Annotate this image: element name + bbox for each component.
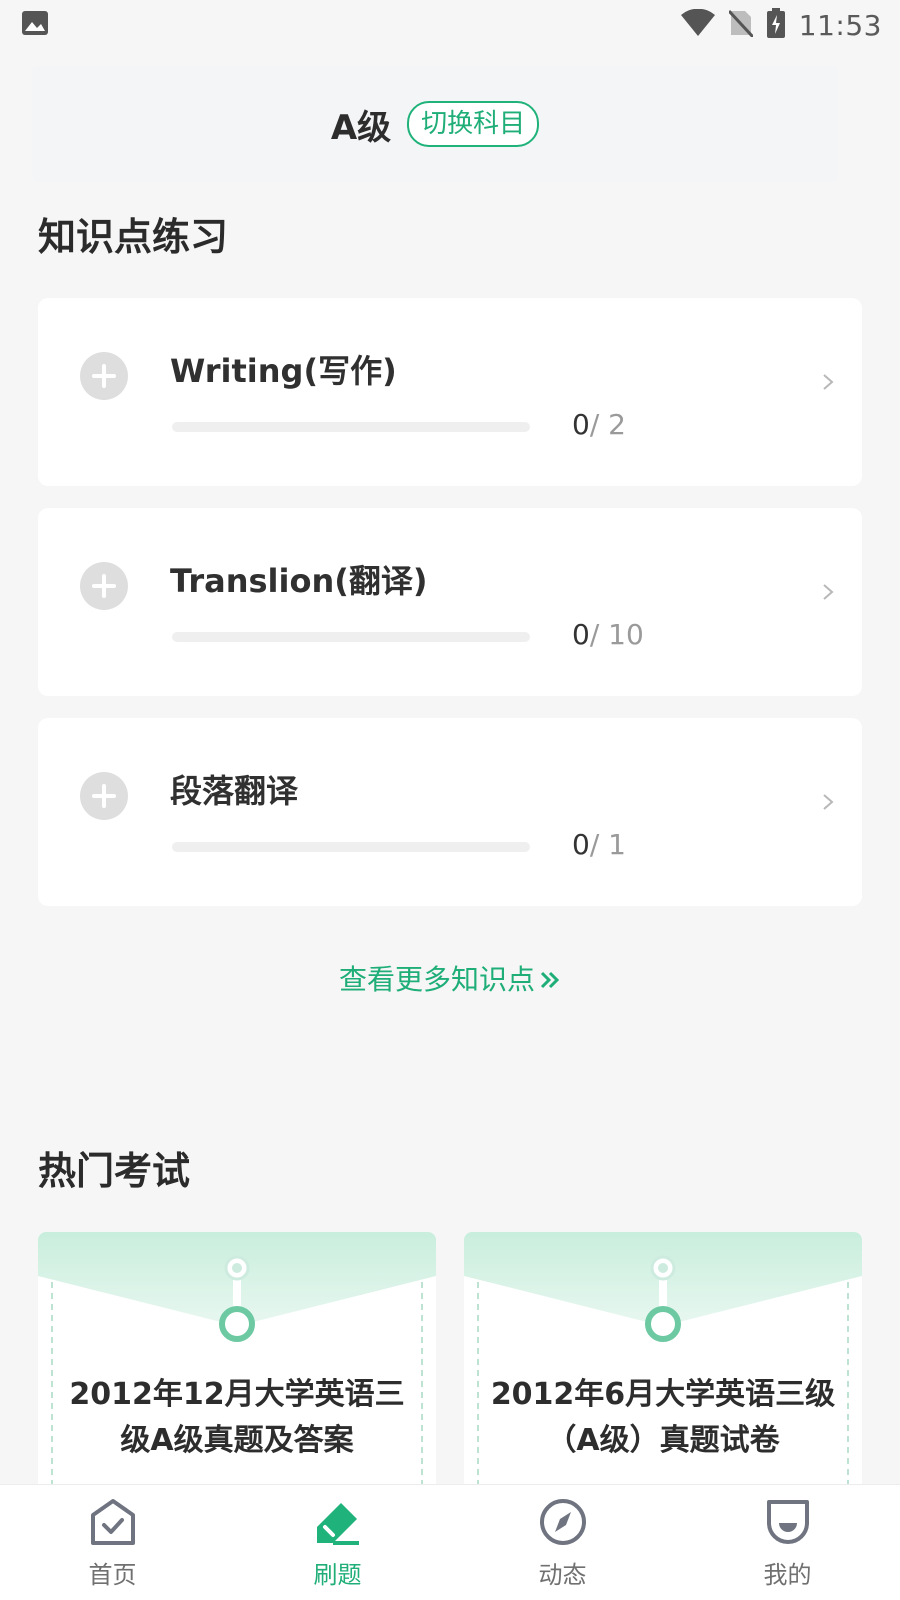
knowledge-title: 段落翻译	[170, 772, 299, 810]
status-time: 11:53	[798, 8, 882, 42]
knowledge-count: 0/ 10	[572, 618, 644, 651]
no-sim-icon	[727, 9, 754, 41]
exam-card[interactable]: 2012年6月大学英语三级（A级）真题试卷	[464, 1232, 862, 1492]
compass-icon	[539, 1499, 586, 1545]
total-count: / 1	[589, 828, 626, 861]
add-icon	[80, 562, 128, 610]
pencil-icon	[316, 1503, 359, 1545]
exam-card[interactable]: 2012年12月大学英语三级A级真题及答案	[38, 1232, 436, 1492]
switch-subject-button[interactable]: 切换科目	[407, 101, 540, 147]
nav-label: 动态	[538, 1561, 587, 1589]
subject-name: A级	[330, 107, 392, 148]
exam-title: 2012年6月大学英语三级（A级）真题试卷	[490, 1377, 836, 1458]
nav-feed[interactable]: 动态	[450, 1485, 675, 1600]
chevron-right-icon	[823, 794, 834, 810]
knowledge-title: Translion(翻译)	[170, 562, 428, 600]
more-knowledge-link[interactable]: 查看更多知识点	[0, 958, 900, 998]
more-knowledge-label: 查看更多知识点	[338, 963, 535, 996]
progress-bar	[172, 632, 530, 642]
nav-label: 首页	[88, 1561, 137, 1589]
progress-bar	[172, 422, 530, 432]
total-count: / 10	[589, 618, 644, 651]
exam-title: 2012年12月大学英语三级A级真题及答案	[69, 1377, 405, 1458]
chevron-right-icon	[823, 584, 834, 600]
profile-icon	[766, 1500, 809, 1544]
knowledge-card-translation[interactable]: Translion(翻译) 0/ 10	[38, 508, 862, 696]
nav-label: 刷题	[313, 1561, 362, 1589]
gallery-icon	[22, 11, 48, 39]
status-bar: 11:53	[0, 0, 900, 50]
add-icon	[80, 352, 128, 400]
done-count: 0	[572, 828, 590, 861]
nav-profile[interactable]: 我的	[675, 1485, 900, 1600]
knowledge-title: Writing(写作)	[170, 352, 397, 390]
subject-header: A级 切换科目	[32, 66, 838, 182]
done-count: 0	[572, 618, 590, 651]
knowledge-count: 0/ 1	[572, 828, 626, 861]
progress-bar	[172, 842, 530, 852]
exam-section-title: 热门考试	[38, 1149, 191, 1193]
knowledge-count: 0/ 2	[572, 408, 626, 441]
chevron-right-icon	[823, 374, 834, 390]
knowledge-section-title: 知识点练习	[38, 215, 229, 259]
knowledge-card-paragraph-translation[interactable]: 段落翻译 0/ 1	[38, 718, 862, 906]
done-count: 0	[572, 408, 590, 441]
nav-home[interactable]: 首页	[0, 1485, 225, 1600]
nav-label: 我的	[763, 1561, 812, 1589]
wifi-icon	[680, 8, 715, 41]
nav-practice[interactable]: 刷题	[225, 1485, 450, 1600]
total-count: / 2	[589, 408, 626, 441]
knowledge-card-writing[interactable]: Writing(写作) 0/ 2	[38, 298, 862, 486]
bottom-nav: 首页 刷题 动态 我的	[0, 1484, 900, 1600]
home-check-icon	[90, 1499, 135, 1545]
double-chevron-right-icon	[540, 971, 560, 989]
battery-charging-icon	[766, 8, 785, 42]
add-icon	[80, 772, 128, 820]
